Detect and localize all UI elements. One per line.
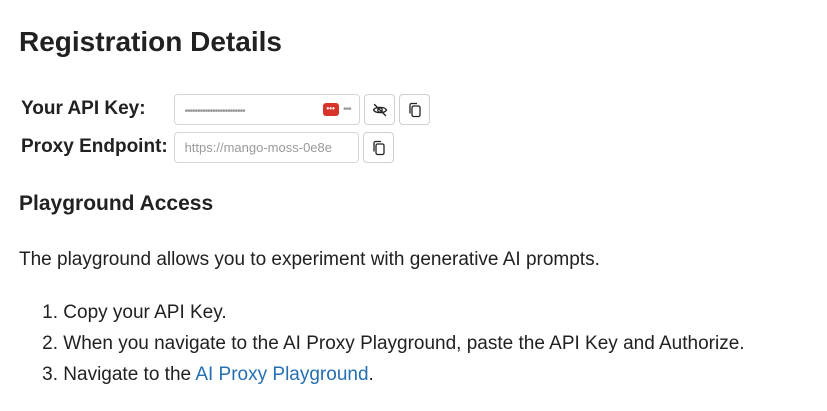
eye-off-icon: [372, 103, 387, 116]
step-text: Navigate to the: [63, 364, 196, 385]
list-item: 3. Navigate to the AI Proxy Playground.: [19, 359, 745, 390]
playground-heading: Playground Access: [19, 192, 214, 215]
registration-page: Registration Details Your API Key: •••••…: [0, 0, 827, 411]
api-key-field[interactable]: •••••••••••••••••••••••• ••• •••: [173, 93, 360, 125]
step-number: 1.: [42, 302, 58, 323]
step-text: Copy your API Key.: [63, 302, 227, 323]
list-item: 1. Copy your API Key.: [19, 297, 745, 328]
proxy-endpoint-row: Proxy Endpoint: https://mango-moss-0e8e: [19, 128, 431, 166]
ai-proxy-playground-link[interactable]: AI Proxy Playground: [195, 364, 368, 385]
copy-icon: [408, 102, 421, 117]
toggle-visibility-button[interactable]: [363, 93, 395, 125]
steps-list: 1. Copy your API Key. 2. When you naviga…: [19, 297, 745, 390]
password-manager-icon[interactable]: •••: [322, 102, 339, 116]
proxy-endpoint-label: Proxy Endpoint:: [21, 136, 168, 157]
proxy-endpoint-field[interactable]: https://mango-moss-0e8e: [173, 131, 359, 163]
step-number: 3.: [42, 364, 58, 385]
api-key-row: Your API Key: •••••••••••••••••••••••• •…: [19, 90, 431, 128]
copy-api-key-button[interactable]: [398, 93, 430, 125]
credentials-table: Your API Key: •••••••••••••••••••••••• •…: [19, 90, 431, 166]
list-item: 2. When you navigate to the AI Proxy Pla…: [19, 328, 745, 359]
page-title: Registration Details: [19, 26, 282, 57]
step-number: 2.: [42, 333, 58, 354]
copy-proxy-endpoint-button[interactable]: [362, 131, 394, 163]
copy-icon: [372, 140, 385, 155]
step-text: When you navigate to the AI Proxy Playgr…: [63, 333, 745, 354]
api-key-masked-tail: •••: [343, 103, 351, 115]
step-text-suffix: .: [368, 364, 374, 385]
api-key-masked-value: ••••••••••••••••••••••••: [184, 105, 246, 117]
playground-intro: The playground allows you to experiment …: [19, 249, 600, 270]
api-key-label: Your API Key:: [21, 98, 146, 119]
